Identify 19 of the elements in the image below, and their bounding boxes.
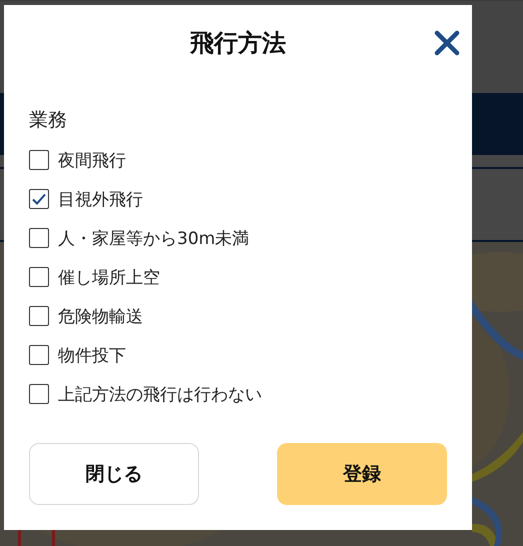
section-label: 業務 xyxy=(29,108,68,133)
checkbox[interactable] xyxy=(29,150,49,170)
option-label: 物件投下 xyxy=(58,344,126,366)
close-button[interactable]: 閉じる xyxy=(29,443,199,505)
register-button[interactable]: 登録 xyxy=(277,443,447,505)
option-label: 催し場所上空 xyxy=(58,266,160,288)
option-label: 目視外飛行 xyxy=(58,188,143,210)
option-label: 夜間飛行 xyxy=(58,150,126,172)
close-icon[interactable] xyxy=(433,29,461,57)
checkbox[interactable] xyxy=(29,228,49,248)
checkbox[interactable] xyxy=(29,306,49,326)
checkbox[interactable] xyxy=(29,189,49,209)
option-label: 危険物輸送 xyxy=(58,306,143,328)
dialog-title: 飛行方法 xyxy=(190,28,286,59)
option-label: 上記方法の飛行は行わない xyxy=(58,384,262,406)
checkbox[interactable] xyxy=(29,345,49,365)
checkbox[interactable] xyxy=(29,267,49,287)
option-label: 人・家屋等から30m未満 xyxy=(58,228,250,250)
checkbox[interactable] xyxy=(29,384,49,404)
